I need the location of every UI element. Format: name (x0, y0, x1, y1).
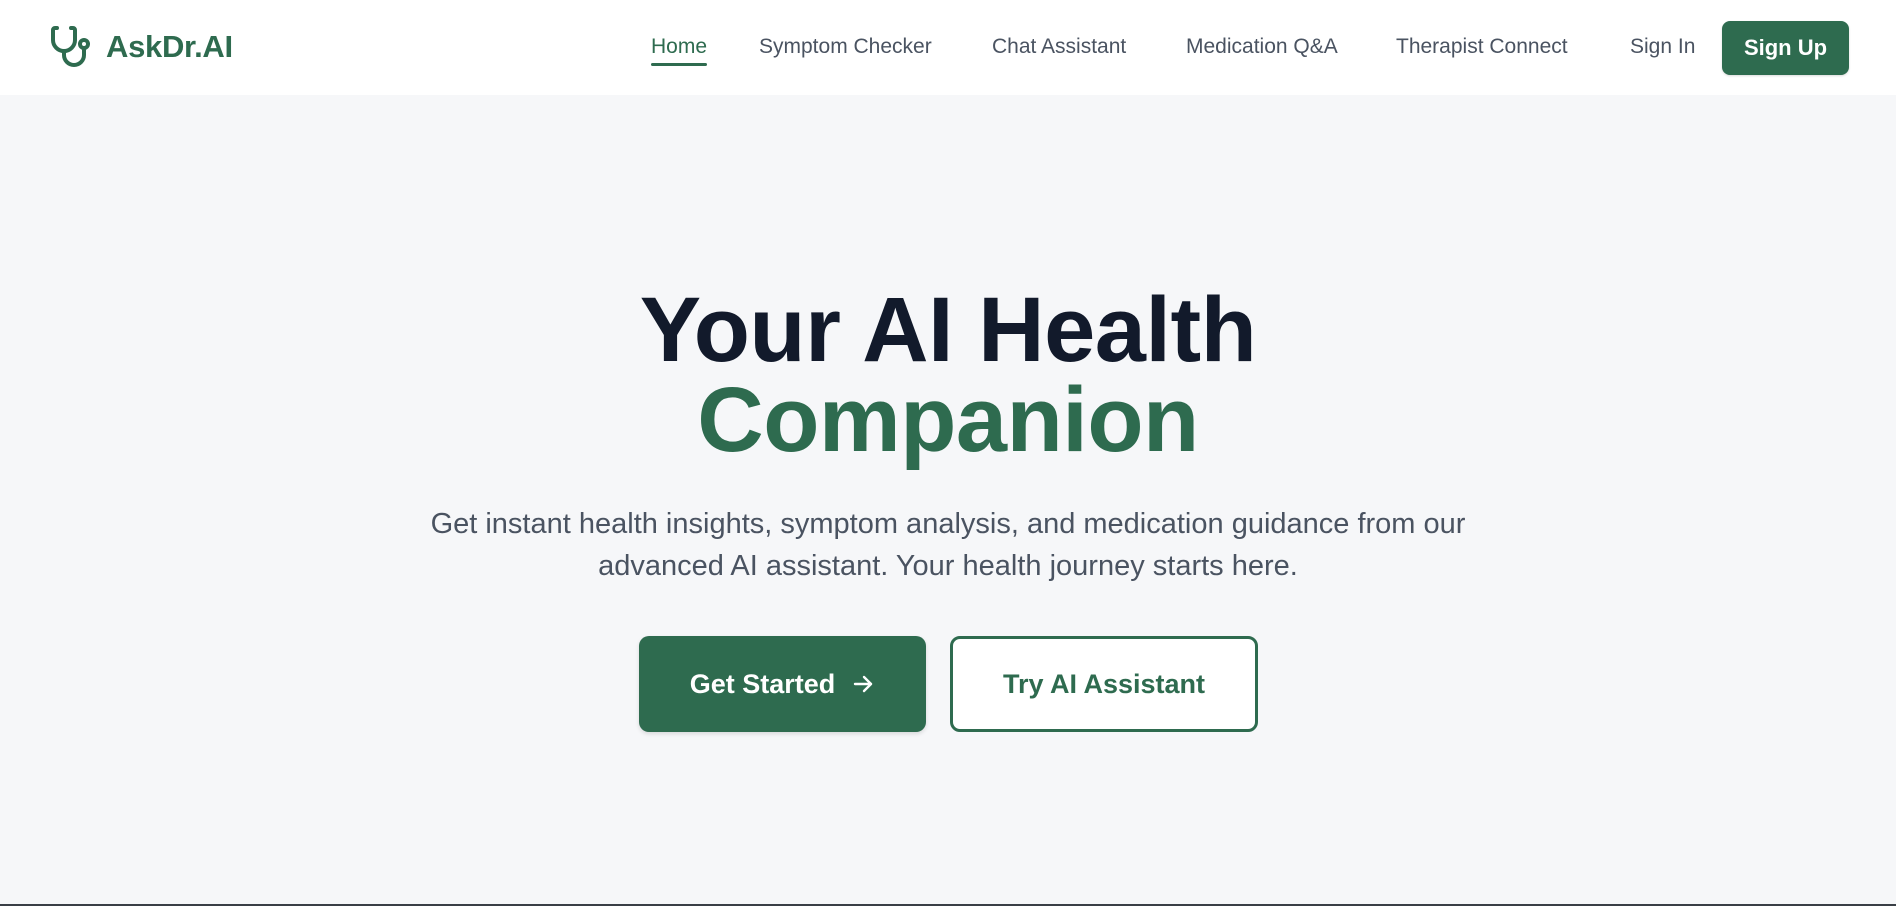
hero-subtitle-line2: advanced AI assistant. Your health journ… (598, 550, 1298, 582)
hero-title: Your AI Health Companion (0, 279, 1896, 471)
get-started-button[interactable]: Get Started (639, 636, 926, 732)
hero-subtitle: Get instant health insights, symptom ana… (348, 503, 1548, 587)
hero-section: Your AI Health Companion Get instant hea… (0, 95, 1896, 904)
nav-link-medication-qa[interactable]: Medication Q&A (1186, 22, 1338, 72)
sign-up-button[interactable]: Sign Up (1722, 21, 1849, 75)
try-ai-assistant-button[interactable]: Try AI Assistant (950, 636, 1258, 732)
get-started-label: Get Started (689, 668, 836, 699)
nav-link-therapist-connect[interactable]: Therapist Connect (1396, 22, 1568, 72)
nav-link-chat-assistant[interactable]: Chat Assistant (992, 22, 1126, 72)
sign-in-link[interactable]: Sign In (1630, 22, 1695, 72)
arrow-right-icon (854, 675, 873, 693)
nav-link-home[interactable]: Home (651, 22, 708, 72)
cta-row: Get Started Try AI Assistant (0, 636, 1896, 732)
nav-link-symptom-checker[interactable]: Symptom Checker (759, 22, 932, 72)
site-header: AskDr.AI Home Symptom Checker Chat Assis… (0, 0, 1896, 95)
hero-title-highlight: Companion (697, 369, 1199, 471)
page: AskDr.AI Home Symptom Checker Chat Assis… (0, 0, 1896, 906)
main-nav: Home Symptom Checker Chat Assistant Medi… (0, 22, 1896, 72)
hero-title-line1: Your AI Health (639, 279, 1257, 381)
hero-subtitle-line1: Get instant health insights, symptom ana… (430, 508, 1466, 540)
